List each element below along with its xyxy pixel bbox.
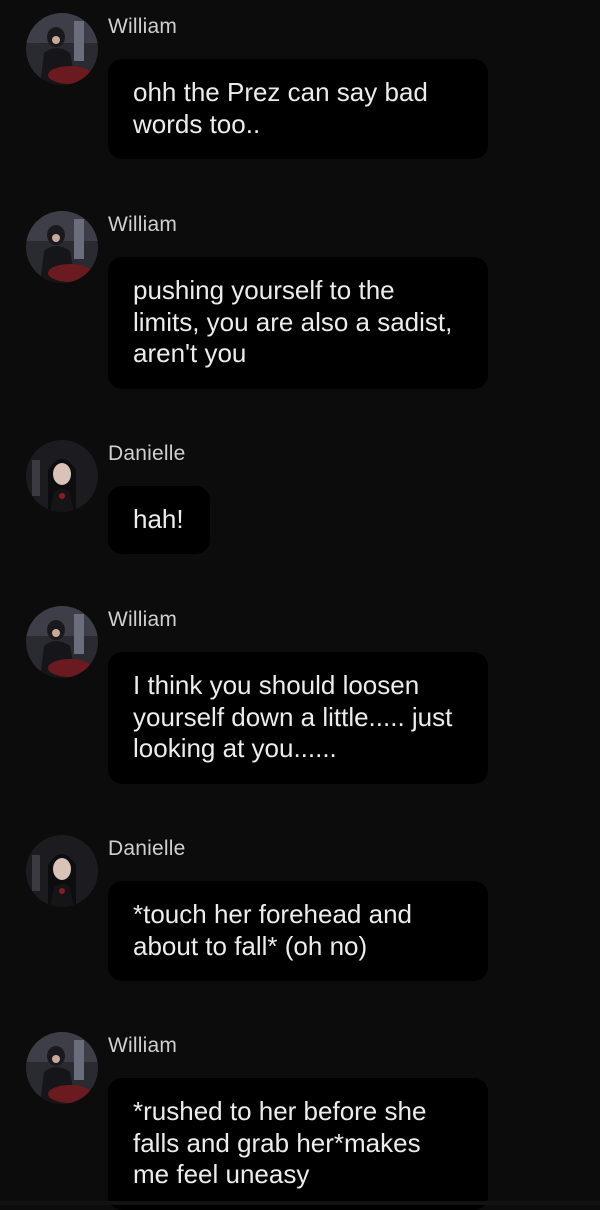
avatar-william[interactable]	[26, 1032, 98, 1104]
message-bubble: *touch her forehead and about to fall* (…	[108, 881, 488, 981]
bottom-edge	[0, 1201, 600, 1205]
avatar-william[interactable]	[26, 211, 98, 283]
avatar-william-icon	[26, 211, 98, 283]
avatar-william[interactable]	[26, 13, 98, 85]
message-text: *rushed to her before she falls and grab…	[133, 1096, 427, 1189]
avatar-danielle[interactable]	[26, 835, 98, 907]
message-text: I think you should loosen yourself down …	[133, 670, 453, 763]
message-text: ohh the Prez can say bad words too..	[133, 77, 428, 139]
sender-name: Danielle	[108, 442, 186, 465]
sender-name: William	[108, 15, 178, 38]
sender-name: William	[108, 608, 178, 631]
avatar-danielle-icon	[26, 835, 98, 907]
avatar-william-icon	[26, 606, 98, 678]
message-text: pushing yourself to the limits, you are …	[133, 275, 453, 368]
avatar-william[interactable]	[26, 606, 98, 678]
avatar-danielle[interactable]	[26, 440, 98, 512]
sender-name: William	[108, 213, 178, 236]
message-text: *touch her forehead and about to fall* (…	[133, 899, 412, 961]
sender-name: Danielle	[108, 837, 186, 860]
message-bubble: hah!	[108, 486, 210, 554]
chat-thread: William ohh the Prez can say bad words t…	[0, 0, 600, 1210]
message-bubble: I think you should loosen yourself down …	[108, 652, 488, 784]
message-bubble: ohh the Prez can say bad words too..	[108, 59, 488, 159]
sender-name: William	[108, 1034, 178, 1057]
avatar-william-icon	[26, 13, 98, 85]
message-bubble: pushing yourself to the limits, you are …	[108, 257, 488, 389]
avatar-danielle-icon	[26, 440, 98, 512]
message-bubble: *rushed to her before she falls and grab…	[108, 1078, 488, 1210]
avatar-william-icon	[26, 1032, 98, 1104]
message-text: hah!	[133, 504, 184, 534]
